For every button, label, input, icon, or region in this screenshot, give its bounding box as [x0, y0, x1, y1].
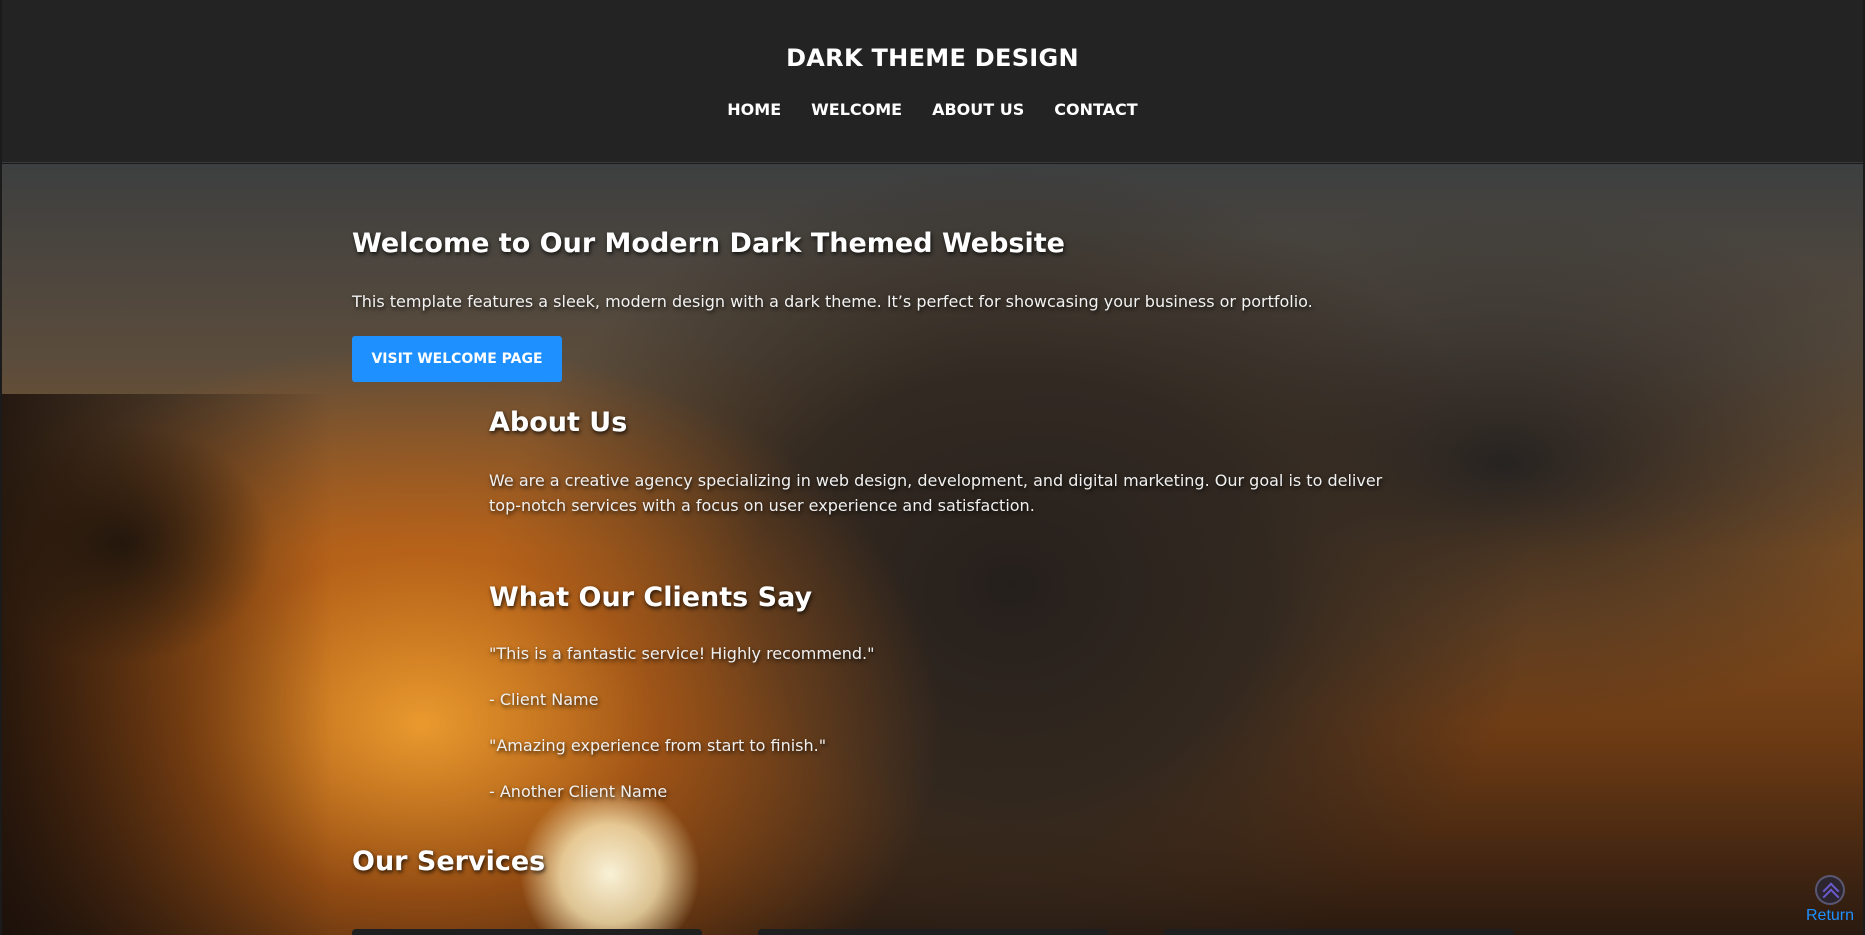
return-label: Return — [1805, 907, 1855, 924]
hero-text: This template features a sleek, modern d… — [352, 292, 1313, 311]
hero-section: Welcome to Our Modern Dark Themed Websit… — [2, 164, 1863, 935]
visit-welcome-button[interactable]: VISIT WELCOME PAGE — [352, 336, 562, 382]
nav-link-about-us[interactable]: ABOUT US — [932, 100, 1024, 119]
nav-link-contact[interactable]: CONTACT — [1054, 100, 1137, 119]
testimonial-author: - Another Client Name — [489, 782, 668, 801]
double-chevron-up-icon — [1815, 875, 1845, 905]
return-to-top-link[interactable]: Return — [1803, 875, 1857, 935]
testimonial-quote: "Amazing experience from start to finish… — [489, 736, 827, 755]
service-card — [758, 929, 1108, 935]
about-title: About Us — [489, 407, 628, 438]
about-text: We are a creative agency specializing in… — [489, 471, 1383, 515]
site-title: DARK THEME DESIGN — [786, 44, 1079, 72]
service-card — [352, 929, 702, 935]
testimonial-quote: "This is a fantastic service! Highly rec… — [489, 644, 875, 663]
testimonial-author: - Client Name — [489, 690, 599, 709]
services-title: Our Services — [352, 846, 546, 877]
hero-content: Welcome to Our Modern Dark Themed Websit… — [2, 164, 1863, 935]
nav-link-welcome[interactable]: WELCOME — [811, 100, 902, 119]
main-nav: HOME WELCOME ABOUT US CONTACT — [2, 100, 1863, 119]
site-header: DARK THEME DESIGN HOME WELCOME ABOUT US … — [2, 0, 1863, 163]
hero-title: Welcome to Our Modern Dark Themed Websit… — [352, 228, 1065, 259]
nav-link-home[interactable]: HOME — [727, 100, 781, 119]
testimonials-title: What Our Clients Say — [489, 582, 813, 613]
service-card — [1164, 929, 1514, 935]
